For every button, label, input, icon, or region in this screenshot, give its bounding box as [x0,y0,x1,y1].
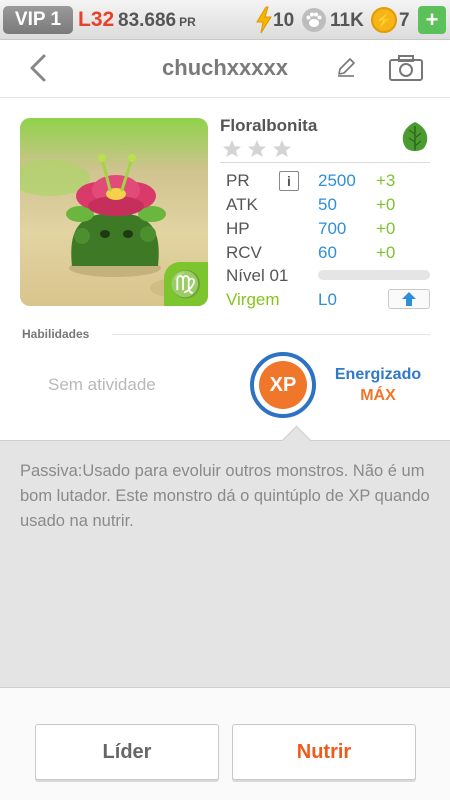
player-power-value: 83.686 [118,10,177,31]
leaf-element-icon [402,122,428,151]
page-title: chuchxxxxx [162,55,288,80]
xp-ability-icon[interactable]: XP [250,352,316,418]
stat-label-atk: ATK [226,195,258,214]
description-text: Passiva:Usado para evoluir outros monstr… [20,462,430,530]
level-progress-bar [318,270,430,280]
stat-bonus-atk: +0 [376,195,396,214]
vip-badge[interactable]: VIP 1 [3,6,73,34]
max-label: MÁX [360,387,396,404]
stat-value-atk: 50 [318,195,337,214]
stat-bonus-pr: +3 [376,171,396,190]
zodiac-name: Virgem [226,290,280,309]
arrow-up-icon [402,292,416,306]
no-activity-text: Sem atividade [48,375,156,394]
header: chuchxxxxx [0,40,450,98]
info-icon[interactable]: i [279,171,299,191]
stat-value-hp: 700 [318,219,347,238]
virgo-zodiac-icon: ♍ [164,262,208,306]
camera-icon[interactable] [388,54,424,82]
player-level: L32 [78,8,115,31]
level-label: Nível 01 [226,266,289,285]
stat-bonus-rcv: +0 [376,243,396,262]
add-coins-button[interactable]: + [418,6,446,34]
star-rating [223,140,291,157]
energized-label: Energizado [334,366,422,383]
player-power: 83.686 PR [118,8,196,35]
feed-button[interactable]: Nutrir [232,724,416,780]
stat-label-rcv: RCV [226,243,262,262]
stat-bonus-hp: +0 [376,219,396,238]
paw-glyph [306,12,322,27]
divider [112,334,430,335]
player-power-unit: PR [179,15,196,29]
level-up-button[interactable] [388,289,430,309]
divider [220,162,430,163]
limit-level: L0 [318,290,337,309]
xp-badge-label: XP [259,361,307,409]
abilities-label: Habilidades [22,327,90,341]
status-bar: VIP 1 L32 83.686 PR 10 11K ⚡ 7 + [0,0,450,40]
stat-value-pr: 2500 [318,171,356,190]
coin-icon: ⚡ [371,7,397,33]
stat-value-rcv: 60 [318,243,337,262]
stat-label-pr: PR [226,171,250,190]
stat-label-hp: HP [226,219,250,238]
bolt-icon [256,6,272,34]
empty-star-icons [223,140,291,157]
paw-count: 11K [330,10,364,31]
monster-name: Floralbonita [220,116,318,135]
coin-count: 7 [399,10,410,31]
monster-portrait[interactable]: ♍ [20,118,208,306]
energy-count: 10 [273,10,295,31]
edit-icon[interactable] [335,56,357,78]
leader-button[interactable]: Líder [35,724,219,780]
paw-icon [302,8,326,32]
